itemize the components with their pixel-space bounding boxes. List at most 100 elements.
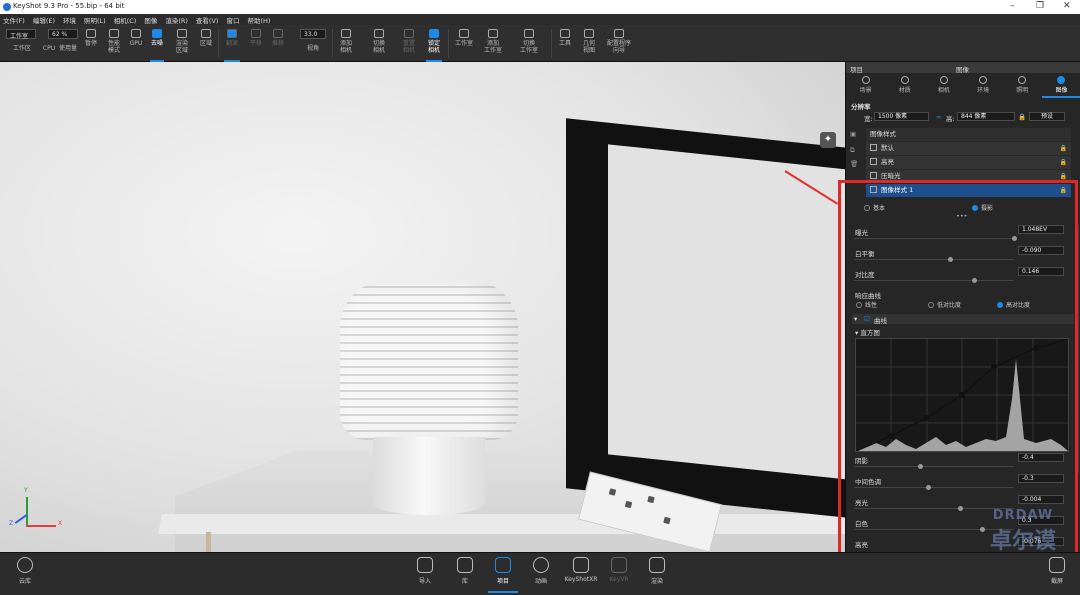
preset-button[interactable]: 预设	[1029, 112, 1065, 121]
style-row-dark[interactable]: 压暗光 🔒	[866, 170, 1071, 183]
viewport-overlay-icon[interactable]: ✦	[820, 132, 836, 148]
tab-environment[interactable]: 环境	[964, 74, 1003, 98]
reset-camera-icon	[404, 29, 414, 38]
lighting-icon	[1018, 76, 1027, 84]
collapse-icon[interactable]: ▾	[854, 315, 857, 323]
highlights-input[interactable]: -0.004	[1018, 495, 1064, 504]
add-studio-button[interactable]: 添加 工作室	[480, 27, 506, 60]
style-row-highlight[interactable]: 高亮 🔒	[866, 156, 1071, 169]
tab-camera[interactable]: 相机	[924, 74, 963, 98]
switch-camera-button[interactable]: 切换 相机	[366, 27, 392, 60]
whitebalance-slider[interactable]	[854, 257, 1014, 262]
link-icon[interactable]: ∞	[936, 113, 941, 121]
studio-button[interactable]: 工作室	[452, 27, 476, 60]
usage-field[interactable]: 62 %	[48, 29, 78, 39]
reset-camera-button[interactable]: 重置 相机	[399, 27, 419, 60]
environment-icon	[979, 76, 988, 84]
width-input[interactable]: 1500 像素	[874, 112, 929, 121]
switch-studio-button[interactable]: 切换 工作室	[514, 27, 544, 60]
toolbar-divider	[551, 29, 552, 58]
menu-lighting[interactable]: 照明(L)	[84, 15, 106, 25]
lock-icon[interactable]: 🔒	[1018, 113, 1026, 121]
mode-photo-radio[interactable]: 摄影	[972, 203, 993, 212]
title-bar: KeyShot 9.3 Pro - 55.bip - 64 bit – ❐ ✕	[0, 0, 1080, 14]
delete-icon[interactable]: 🗑	[850, 160, 858, 168]
histogram-label[interactable]: ▾ 直方图	[855, 327, 880, 337]
style-row-default[interactable]: 默认 🔒	[866, 142, 1071, 155]
menu-help[interactable]: 帮助(H)	[247, 15, 270, 25]
panel-scrollbar[interactable]	[1075, 224, 1079, 474]
menu-window[interactable]: 窗口	[226, 15, 239, 25]
render-button[interactable]: 渲染	[642, 557, 672, 585]
tab-scene[interactable]: 场景	[846, 74, 885, 98]
exposure-slider[interactable]	[854, 236, 1017, 241]
keyshotxr-button[interactable]: KeyShotXR	[562, 557, 600, 583]
style-row-style-1[interactable]: 图像样式 1 🔒	[866, 184, 1071, 197]
checkbox-icon[interactable]: ☑	[864, 315, 870, 323]
shadows-slider[interactable]	[854, 464, 1014, 469]
render-region-button[interactable]: 渲染 区域	[170, 27, 194, 60]
maximize-button[interactable]: ❐	[1036, 1, 1044, 11]
pan-button[interactable]: 平移	[246, 27, 266, 60]
animation-icon	[533, 557, 549, 573]
menu-image[interactable]: 图像	[144, 15, 157, 25]
midtones-slider[interactable]	[854, 485, 1014, 490]
contrast-slider[interactable]	[854, 278, 1014, 283]
geometry-view-button[interactable]: 几何 视图	[579, 27, 599, 60]
whitebalance-input[interactable]: -0.090	[1018, 246, 1064, 255]
contrast-input[interactable]: 0.146	[1018, 267, 1064, 276]
contrast-label: 对比度	[855, 271, 875, 279]
scene-icon	[861, 76, 870, 84]
response-low-radio[interactable]: 低对比度	[928, 300, 961, 309]
menu-environment[interactable]: 环境	[63, 15, 76, 25]
tab-material[interactable]: 材质	[885, 74, 924, 98]
close-button[interactable]: ✕	[1063, 1, 1071, 11]
tools-button[interactable]: 工具	[555, 27, 575, 60]
workspace-select[interactable]: 工作室	[6, 29, 36, 40]
minimize-button[interactable]: –	[1010, 1, 1015, 11]
region-icon	[201, 29, 211, 38]
copy-icon[interactable]: ⧉	[850, 146, 855, 155]
curve-editor[interactable]	[855, 338, 1069, 452]
project-panel: 项目 图像 场景 材质 相机 环境 照明 图像 分辨率 宽: 1500 像素 ∞…	[845, 62, 1080, 552]
tab-lighting[interactable]: 照明	[1003, 74, 1042, 98]
denoise-button[interactable]: 去噪	[148, 27, 166, 62]
curve-graph[interactable]	[855, 338, 1069, 452]
tumble-button[interactable]: 翻滚	[222, 27, 242, 62]
pan-icon	[251, 29, 261, 38]
response-linear-radio[interactable]: 线性	[856, 300, 877, 309]
menu-edit[interactable]: 编辑(E)	[33, 15, 55, 25]
height-input[interactable]: 844 像素	[957, 112, 1015, 121]
render-viewport[interactable]: ✦	[0, 62, 845, 552]
image-icon	[1057, 76, 1066, 84]
keyvr-button[interactable]: KeyVR	[604, 557, 634, 583]
midtones-input[interactable]: -0.3	[1018, 474, 1064, 483]
exposure-input[interactable]: 1.048EV	[1018, 225, 1064, 234]
pause-button[interactable]: 暂停	[82, 27, 100, 60]
fov-field[interactable]: 33.0	[300, 29, 326, 39]
cloud-library-button[interactable]: 云库	[10, 557, 40, 585]
library-button[interactable]: 库	[450, 557, 480, 585]
region-button[interactable]: 区域	[197, 27, 215, 60]
import-button[interactable]: 导入	[410, 557, 440, 585]
project-button[interactable]: 项目	[488, 557, 518, 593]
curve-section-header[interactable]: ▾ ☑ 曲线	[852, 314, 1074, 325]
animation-button[interactable]: 动画	[526, 557, 556, 585]
tab-image[interactable]: 图像	[1041, 74, 1080, 98]
menu-camera[interactable]: 相机(C)	[114, 15, 137, 25]
gpu-button[interactable]: GPU	[127, 27, 145, 60]
configurator-wizard-button[interactable]: 配置程序 向导	[603, 27, 635, 60]
add-camera-button[interactable]: 添加 相机	[336, 27, 356, 60]
more-icon[interactable]: •••	[956, 212, 968, 220]
curve-point	[959, 392, 965, 398]
performance-mode-button[interactable]: 性能 模式	[103, 27, 125, 60]
menu-render[interactable]: 渲染(R)	[165, 15, 188, 25]
dolly-button[interactable]: 推移	[268, 27, 288, 60]
gpu-icon	[131, 29, 141, 38]
menu-view[interactable]: 查看(V)	[196, 15, 219, 25]
shadows-input[interactable]: -0.4	[1018, 453, 1064, 462]
lock-camera-button[interactable]: 锁定 相机	[424, 27, 444, 62]
menu-file[interactable]: 文件(F)	[3, 15, 25, 25]
mode-basic-radio[interactable]: 基本	[864, 203, 885, 212]
response-high-radio[interactable]: 高对比度	[997, 300, 1030, 309]
